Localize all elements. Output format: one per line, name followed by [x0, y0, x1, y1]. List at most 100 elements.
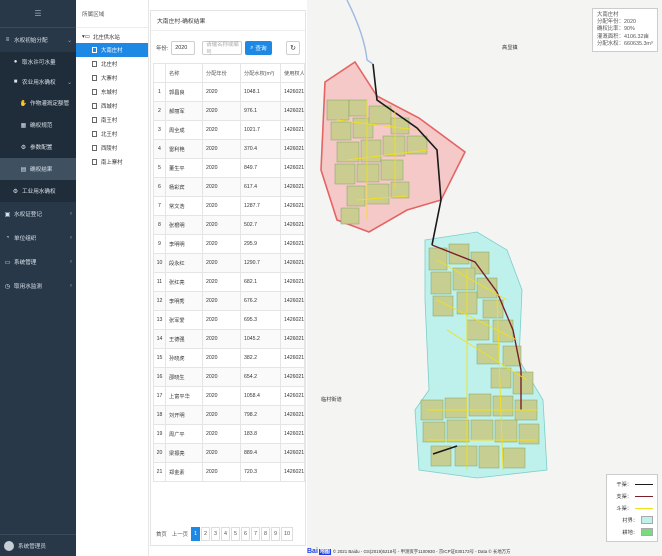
results-title: 大南庄村-确权结果: [151, 11, 305, 31]
search-input[interactable]: 请输名称或编号: [202, 41, 243, 56]
sidebar-item-rights-result[interactable]: ▤ 确权结果: [0, 158, 76, 180]
table-row[interactable]: 2郝丽军2020976.1142602197: [153, 101, 305, 121]
table-row[interactable]: 15孙晓虎2020382.2142602195: [153, 348, 305, 368]
query-button[interactable]: ⌕ 查询: [245, 41, 272, 55]
table-cell: 1: [153, 82, 166, 102]
column-header[interactable]: [153, 63, 166, 83]
table-cell: 杨彩宾: [165, 177, 203, 197]
table-cell: 1021.7: [240, 120, 281, 140]
table-row[interactable]: 21郑金素2020720.3142602197: [153, 462, 305, 482]
tree-node[interactable]: 大寨村: [76, 71, 148, 85]
year-input[interactable]: 2020: [171, 41, 196, 55]
table-cell: 邵晓生: [165, 367, 203, 387]
table-row[interactable]: 1郭昌良20201048.1142602196: [153, 82, 305, 102]
table-cell: 142602196: [280, 158, 305, 178]
table-row[interactable]: 20梁振亮2020889.4142602196: [153, 443, 305, 463]
table-cell: 2020: [202, 367, 241, 387]
map-view[interactable]: 高显镇 临村街道 大南庄村 分配年份：2020 确权比率：90% 灌溉面积：41…: [307, 0, 662, 556]
tree-node[interactable]: 北庄村: [76, 57, 148, 71]
table-cell: 王德强: [165, 329, 203, 349]
tree-node[interactable]: 北王村: [76, 127, 148, 141]
table-row[interactable]: 5董生平2020849.7142602196: [153, 158, 305, 178]
table-row[interactable]: 10段永红20201290.7142602197: [153, 253, 305, 273]
page-number-button[interactable]: 2: [200, 527, 210, 541]
page-number-button[interactable]: 10: [280, 527, 293, 541]
sidebar: ☰ ≡ 水权初始分配 ⌄ ● 取水许可水量 ■ 农业用水确权 ⌄ ✋ 作物灌溉定…: [0, 0, 76, 556]
sidebar-item-param-config[interactable]: ⚙ 参数配置: [0, 136, 76, 158]
page-number-button[interactable]: 8: [260, 527, 270, 541]
table-cell: 142602196: [280, 272, 305, 292]
tree-node[interactable]: 东城村: [76, 85, 148, 99]
table-cell: 李明秀: [165, 291, 203, 311]
page-number-button[interactable]: 7: [250, 527, 260, 541]
sidebar-item-label: 确权结果: [30, 167, 53, 173]
prev-page-button[interactable]: 上一页: [169, 527, 190, 541]
table-cell: 142602197: [280, 215, 305, 235]
chevron-left-icon: ‹: [70, 259, 72, 265]
table-cell: 段永红: [165, 253, 203, 273]
table-row[interactable]: 7常文浩20201287.7142602197: [153, 196, 305, 216]
tree-node[interactable]: 南上寨村: [76, 155, 148, 169]
table-row[interactable]: 6杨彩宾2020617.4142602196: [153, 177, 305, 197]
tree-node[interactable]: 西城村: [76, 99, 148, 113]
table-cell: 13: [153, 310, 166, 330]
page-number-button[interactable]: 9: [270, 527, 280, 541]
table-row[interactable]: 19周广平2020183.8142602195: [153, 424, 305, 444]
refresh-button[interactable]: ↻: [286, 41, 300, 55]
table-row[interactable]: 12李明秀2020676.2142602196: [153, 291, 305, 311]
table-row[interactable]: 17上富平华20201058.4142602196: [153, 386, 305, 406]
table-row[interactable]: 18刘开明2020798.2142602196: [153, 405, 305, 425]
column-header[interactable]: 分配水权(m³): [240, 63, 281, 83]
table-row[interactable]: 14王德强20201045.2142602196: [153, 329, 305, 349]
results-table: 名称分配年份分配水权(m³)使用权人身 1郭昌良20201048.1142602…: [153, 63, 305, 482]
tree-node[interactable]: 西陵村: [76, 141, 148, 155]
table-row[interactable]: 3周全成20201021.7142602197: [153, 120, 305, 140]
sidebar-item-system[interactable]: ▭ 系统管理 ‹: [0, 250, 76, 274]
page-number-button[interactable]: 3: [210, 527, 220, 541]
column-header[interactable]: 使用权人身: [280, 63, 305, 83]
tree-header: 所属区域: [76, 0, 148, 28]
legend-label: 干渠：: [616, 481, 632, 488]
table-row[interactable]: 13张军爱2020695.3142602197: [153, 310, 305, 330]
tree-node-label: 大寨村: [101, 76, 118, 82]
column-header[interactable]: 名称: [165, 63, 203, 83]
sidebar-item-water-allocation[interactable]: ≡ 水权初始分配 ⌄: [0, 28, 76, 52]
tree-node[interactable]: 南王村: [76, 113, 148, 127]
column-header[interactable]: 分配年份: [202, 63, 241, 83]
refresh-icon: ↻: [290, 45, 296, 52]
table-row[interactable]: 16邵晓生2020654.2142602197: [153, 367, 305, 387]
table-row[interactable]: 8张根明2020502.7142602197: [153, 215, 305, 235]
table-cell: 142602195: [280, 139, 305, 159]
table-cell: 李明明: [165, 234, 203, 254]
sidebar-item-agri-rights[interactable]: ■ 农业用水确权 ⌄: [0, 72, 76, 92]
user-profile[interactable]: 系统管理员: [0, 534, 76, 556]
table-cell: 董生平: [165, 158, 203, 178]
sidebar-item-irrigation-quota[interactable]: ✋ 作物灌溉定额管: [0, 92, 76, 114]
table-cell: 7: [153, 196, 166, 216]
sidebar-item-monitoring[interactable]: ◷ 取用水监测 ‹: [0, 274, 76, 298]
sidebar-item-organization[interactable]: ◔ 单位组织 ‹: [0, 226, 76, 250]
table-row[interactable]: 4雷利艳2020370.4142602195: [153, 139, 305, 159]
table-cell: 5: [153, 158, 166, 178]
sidebar-item-certificate[interactable]: ▣ 水权证登记 ‹: [0, 202, 76, 226]
first-page-button[interactable]: 首页: [154, 527, 169, 541]
tree-root-node[interactable]: ▾▭ 北庄供水站: [76, 31, 148, 43]
table-cell: 14: [153, 329, 166, 349]
sidebar-toggle[interactable]: ☰: [0, 0, 76, 28]
page-number-button[interactable]: 6: [240, 527, 250, 541]
tree-node[interactable]: 大南庄村: [76, 43, 148, 57]
page-number-button[interactable]: 1: [190, 527, 200, 541]
sidebar-item-label: 作物灌溉定额管: [30, 101, 70, 107]
file-icon: [92, 75, 97, 81]
sidebar-item-industrial-rights[interactable]: ⚙ 工业用水确权: [0, 180, 76, 202]
gear-icon: ⚙: [20, 144, 27, 151]
sidebar-item-rights-standard[interactable]: ▦ 确权规范: [0, 114, 76, 136]
table-cell: 2020: [202, 253, 241, 273]
table-row[interactable]: 11张红亮2020682.1142602196: [153, 272, 305, 292]
table-row[interactable]: 9李明明2020295.9142602196: [153, 234, 305, 254]
sidebar-item-label: 系统管理: [14, 260, 37, 266]
page-number-button[interactable]: 4: [220, 527, 230, 541]
table-cell: 142602197: [280, 462, 305, 482]
page-number-button[interactable]: 5: [230, 527, 240, 541]
sidebar-item-permit-water[interactable]: ● 取水许可水量: [0, 52, 76, 72]
